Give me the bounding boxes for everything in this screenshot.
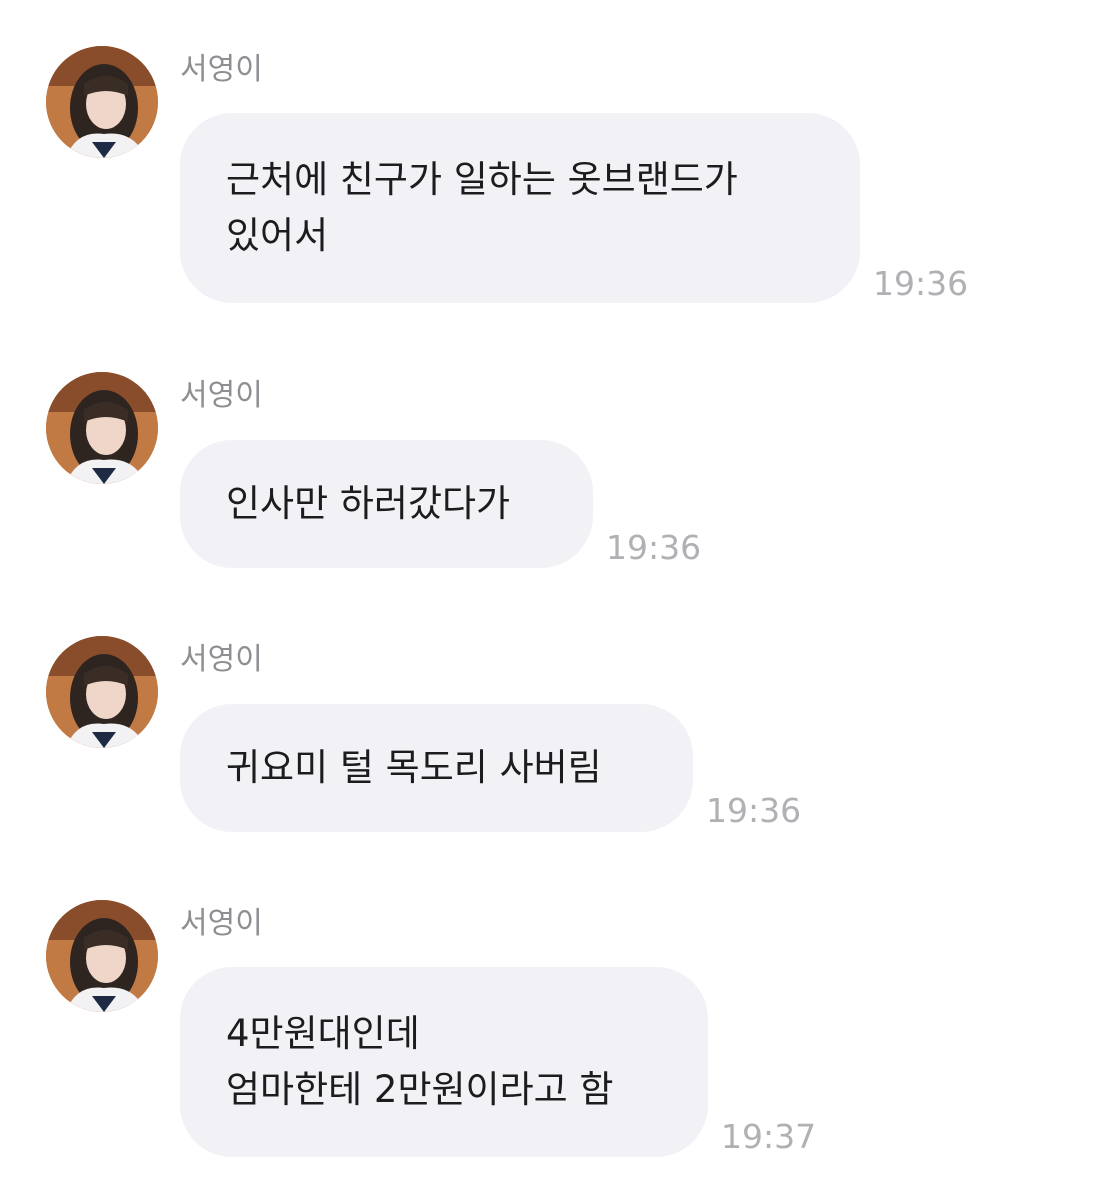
message-timestamp: 19:37 (721, 1117, 817, 1156)
message-text: 귀요미 털 목도리 사버림 (226, 746, 602, 789)
avatar[interactable] (46, 636, 158, 748)
message-bubble[interactable]: 근처에 친구가 일하는 옷브랜드가 있어서 (180, 113, 860, 303)
message-timestamp: 19:36 (873, 264, 969, 303)
sender-name: 서영이 (180, 378, 263, 413)
message-bubble[interactable]: 귀요미 털 목도리 사버림 (180, 704, 693, 832)
message-text: 인사만 하러갔다가 (226, 482, 511, 525)
message-bubble[interactable]: 4만원대인데 엄마한테 2만원이라고 함 (180, 967, 708, 1157)
sender-name: 서영이 (180, 52, 263, 87)
message-timestamp: 19:36 (706, 791, 802, 830)
avatar-photo (46, 636, 158, 748)
avatar[interactable] (46, 46, 158, 158)
sender-name: 서영이 (180, 642, 263, 677)
message-text: 4만원대인데 엄마한테 2만원이라고 함 (226, 1012, 614, 1111)
message-text: 근처에 친구가 일하는 옷브랜드가 있어서 (226, 158, 738, 257)
message-timestamp: 19:36 (606, 528, 702, 567)
avatar[interactable] (46, 900, 158, 1012)
sender-name: 서영이 (180, 906, 263, 941)
avatar-photo (46, 372, 158, 484)
avatar-photo (46, 900, 158, 1012)
message-bubble[interactable]: 인사만 하러갔다가 (180, 440, 593, 568)
avatar[interactable] (46, 372, 158, 484)
avatar-photo (46, 46, 158, 158)
